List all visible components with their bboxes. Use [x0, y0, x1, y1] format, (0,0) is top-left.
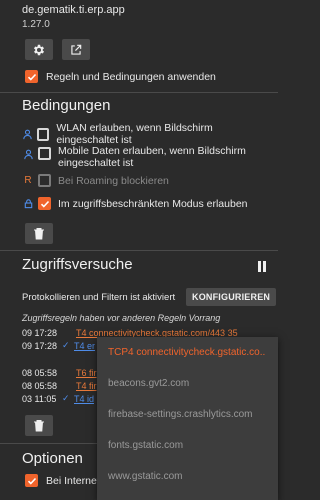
person-icon	[22, 128, 33, 140]
condition-restricted-mode[interactable]: Im zugriffsbeschränkten Modus erlauben	[22, 197, 272, 210]
log-destination: T4 fir	[76, 380, 97, 391]
lock-icon	[22, 198, 34, 210]
log-time: 09 17:28	[22, 327, 58, 338]
condition-roaming[interactable]: R Bei Roaming blockieren	[22, 174, 272, 187]
condition-label: Mobile Daten erlauben, wenn Bildschirm e…	[58, 145, 246, 169]
log-status: ✓	[62, 340, 70, 350]
pause-button[interactable]	[257, 259, 267, 277]
log-destination: T4 connectivitycheck.gstatic.com/443 35	[76, 327, 238, 338]
apply-rules-row[interactable]: Regeln und Bedingungen anwenden	[25, 70, 216, 83]
pause-icon	[258, 261, 266, 272]
popup-item[interactable]: beacons.gvt2.com	[97, 368, 278, 399]
host-popup-menu: TCP4 connectivitycheck.gstatic.co.. beac…	[97, 337, 278, 500]
trash-icon	[34, 228, 44, 240]
app-package-name: de.gematik.ti.erp.app	[22, 4, 125, 16]
apply-rules-label: Regeln und Bedingungen anwenden	[46, 70, 216, 83]
condition-label: WLAN erlauben, wenn Bildschirm eingescha…	[56, 122, 213, 146]
condition-checkbox[interactable]	[38, 197, 51, 210]
app-version: 1.27.0	[22, 19, 50, 30]
gear-icon	[33, 44, 45, 55]
log-destination: T4 id	[74, 393, 95, 404]
open-external-button[interactable]	[62, 39, 90, 60]
popup-item[interactable]: firebase-settings.crashlytics.com	[97, 399, 278, 430]
person-icon	[22, 148, 34, 160]
filter-status-text: Protokollieren und Filtern ist aktiviert	[22, 292, 176, 303]
popup-item[interactable]: TCP4 connectivitycheck.gstatic.co..	[97, 337, 278, 368]
options-title: Optionen	[22, 450, 83, 467]
condition-checkbox[interactable]	[37, 127, 50, 141]
option-row[interactable]: Bei Internetz	[25, 474, 105, 487]
log-destination: T6 fir	[76, 367, 97, 378]
log-time: 08 05:58	[22, 367, 58, 378]
condition-checkbox	[38, 174, 51, 187]
option-checkbox[interactable]	[25, 474, 38, 487]
condition-mobile-data[interactable]: Mobile Daten erlauben, wenn Bildschirm e…	[22, 145, 272, 169]
access-title: Zugriffsversuche	[22, 256, 133, 273]
roaming-icon: R	[24, 175, 32, 186]
access-note: Zugriffsregeln haben vor anderen Regeln …	[22, 313, 221, 323]
condition-label: Im zugriffsbeschränkten Modus erlauben	[58, 197, 248, 210]
log-time: 09 17:28	[22, 340, 58, 351]
log-time: 03 11:05	[22, 393, 57, 404]
log-destination: T4 er	[74, 340, 96, 351]
conditions-title: Bedingungen	[22, 97, 111, 114]
trash-icon	[34, 420, 44, 432]
condition-checkbox[interactable]	[38, 147, 51, 160]
condition-label: Bei Roaming blockieren	[58, 174, 169, 187]
log-time: 08 05:58	[22, 380, 58, 391]
divider	[0, 250, 278, 251]
apply-rules-checkbox[interactable]	[25, 70, 38, 83]
delete-conditions-button[interactable]	[25, 223, 53, 244]
popup-item[interactable]: fonts.gstatic.com	[97, 430, 278, 461]
settings-button[interactable]	[25, 39, 53, 60]
condition-wifi[interactable]: WLAN erlauben, wenn Bildschirm eingescha…	[22, 122, 272, 146]
open-external-icon	[71, 44, 82, 55]
popup-item[interactable]: www.gstatic.com	[97, 461, 278, 492]
configure-button[interactable]: KONFIGURIEREN	[186, 288, 277, 306]
log-status: ✓	[62, 393, 70, 403]
divider	[0, 92, 278, 93]
delete-log-button[interactable]	[25, 415, 53, 436]
